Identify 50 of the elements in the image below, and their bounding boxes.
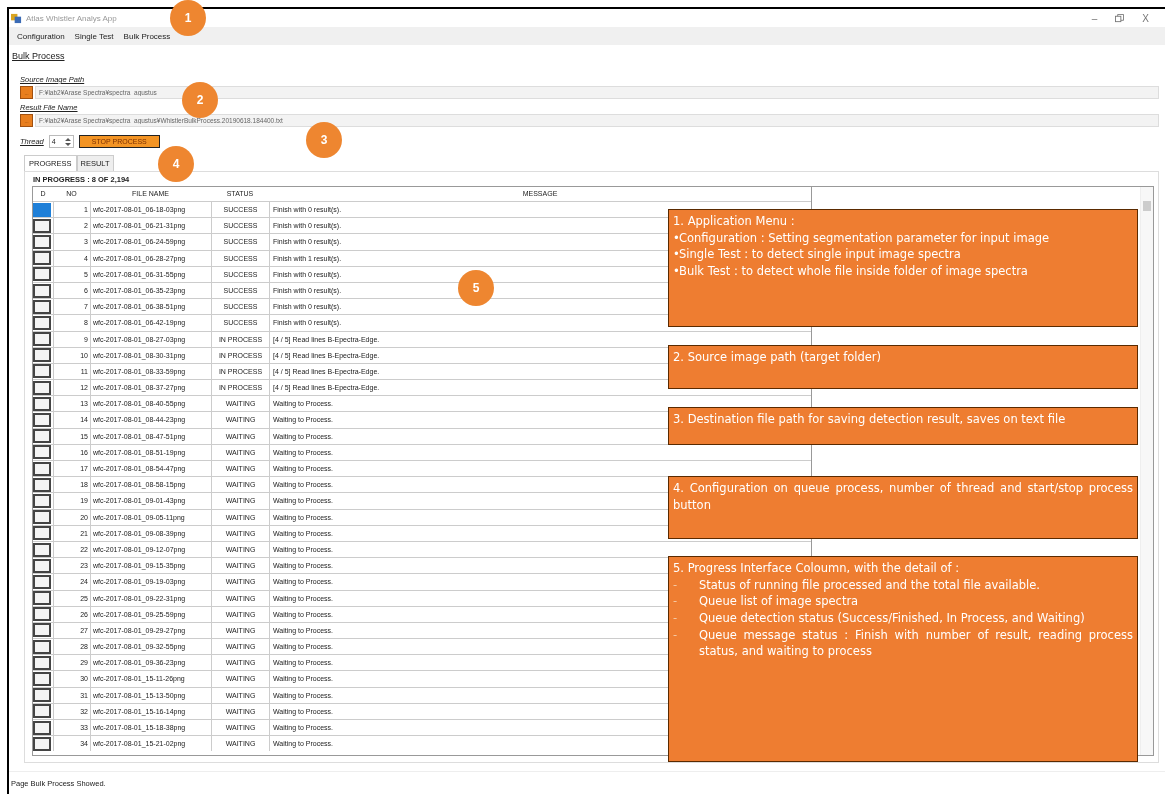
window-title: Atlas Whistler Analys App xyxy=(26,13,117,23)
row-button[interactable] xyxy=(33,493,51,508)
close-button[interactable]: X xyxy=(1134,12,1157,24)
row-button[interactable] xyxy=(33,623,51,638)
row-button[interactable] xyxy=(33,639,51,654)
callout-number: 5 xyxy=(458,270,494,306)
row-button[interactable] xyxy=(33,299,51,314)
row-button[interactable] xyxy=(33,672,51,687)
menu-item[interactable]: Single Test xyxy=(69,31,119,41)
minimize-button[interactable]: – xyxy=(1083,12,1106,24)
row-button[interactable] xyxy=(33,736,51,751)
row-button[interactable] xyxy=(33,251,51,266)
row-button[interactable] xyxy=(33,510,51,525)
page-title: Bulk Process xyxy=(12,51,65,61)
row-button[interactable] xyxy=(33,542,51,557)
row-button[interactable] xyxy=(33,267,51,282)
row-button[interactable] xyxy=(33,720,51,735)
row-button[interactable] xyxy=(33,348,51,363)
bullet-mark: • xyxy=(673,263,679,280)
row-button[interactable] xyxy=(33,413,51,428)
row-button[interactable] xyxy=(33,429,51,444)
row-button[interactable] xyxy=(33,283,51,298)
row-button[interactable] xyxy=(33,218,51,233)
row-button[interactable] xyxy=(33,607,51,622)
restore-icon[interactable] xyxy=(1115,13,1125,23)
row-button[interactable] xyxy=(33,655,51,670)
row-button[interactable] xyxy=(33,558,51,573)
row-button[interactable] xyxy=(33,704,51,719)
row-button[interactable] xyxy=(33,445,51,460)
app-icon xyxy=(11,12,22,24)
row-button[interactable] xyxy=(33,234,51,249)
row-button[interactable] xyxy=(33,396,51,411)
callout-number: 3 xyxy=(306,122,342,158)
callout-number: 2 xyxy=(182,82,218,118)
row-button[interactable] xyxy=(33,202,51,217)
row-button[interactable] xyxy=(33,574,51,589)
row-button[interactable] xyxy=(33,591,51,606)
callout-number: 1 xyxy=(170,0,206,36)
row-button[interactable] xyxy=(33,461,51,476)
callout-number: 4 xyxy=(158,146,194,182)
spin-arrows-icon[interactable] xyxy=(63,135,72,148)
row-button[interactable] xyxy=(33,364,51,379)
row-button[interactable] xyxy=(33,380,51,395)
scrollbar[interactable] xyxy=(1140,187,1153,755)
row-button[interactable] xyxy=(33,315,51,330)
row-button[interactable] xyxy=(33,332,51,347)
row-button[interactable] xyxy=(33,526,51,541)
row-button[interactable] xyxy=(33,688,51,703)
row-button[interactable] xyxy=(33,477,51,492)
menu-item[interactable]: Configuration xyxy=(12,31,70,41)
